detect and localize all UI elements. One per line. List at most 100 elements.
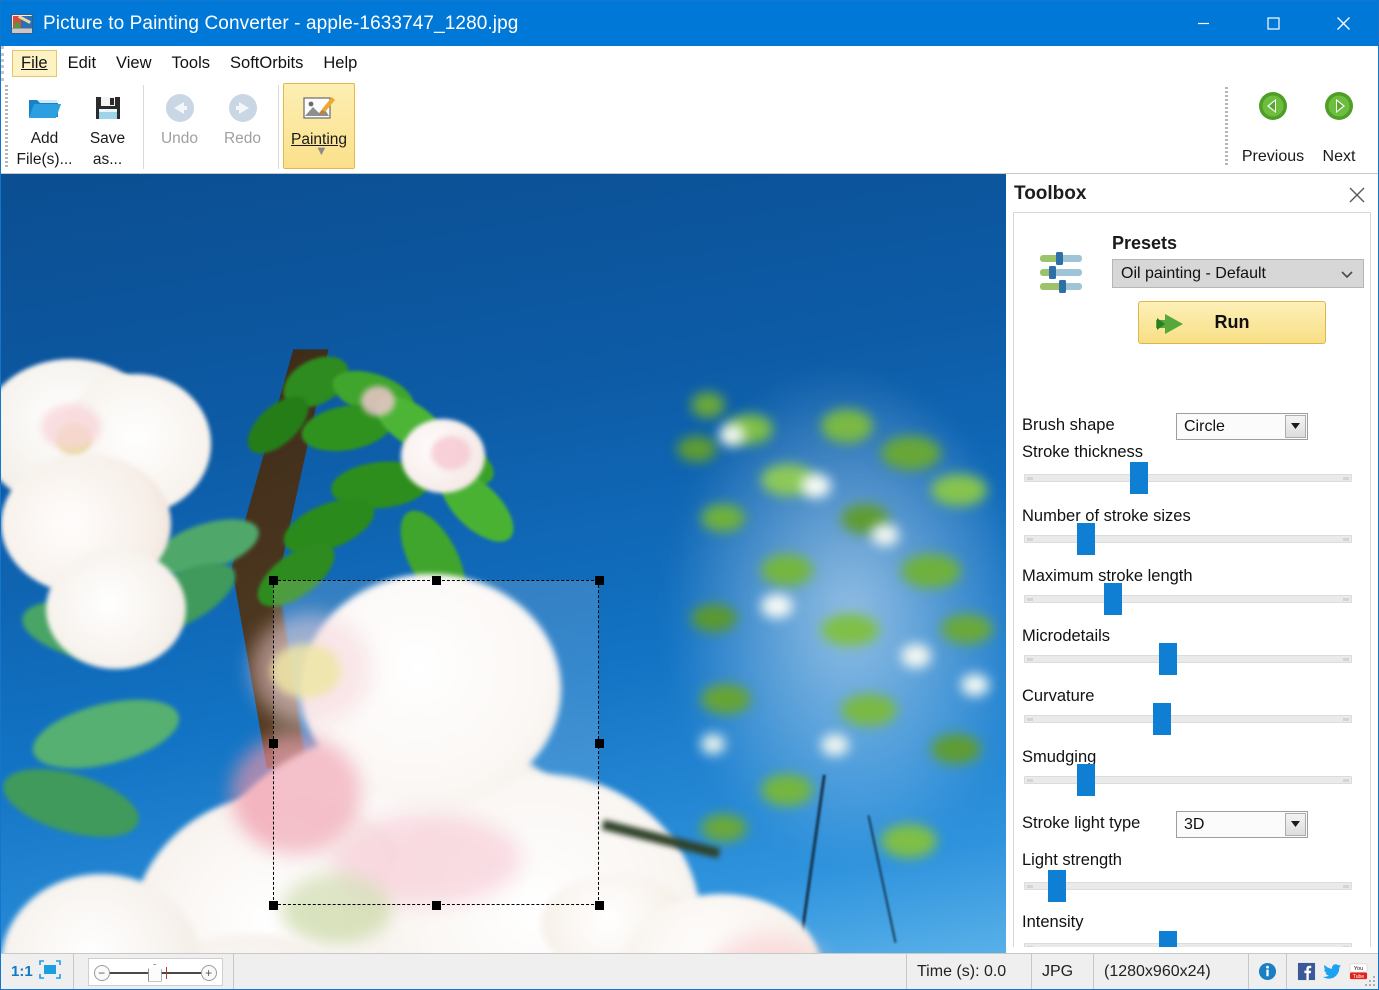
number-of-stroke-sizes-slider[interactable] <box>1024 523 1352 555</box>
selection-handle-se[interactable] <box>595 901 604 910</box>
slider-track <box>1024 535 1352 543</box>
light-strength-slider[interactable] <box>1024 870 1352 902</box>
slider-track <box>1024 655 1352 663</box>
selection-handle-sw[interactable] <box>269 901 278 910</box>
menu-item-view[interactable]: View <box>107 50 160 77</box>
status-bar-spacer <box>234 953 907 989</box>
more-options-icon[interactable]: ▼ <box>315 143 328 158</box>
toolbar-group-file: Add File(s)... Save as... Undo Redo Pain… <box>13 83 355 171</box>
chevron-down-icon[interactable] <box>1285 813 1306 836</box>
brush-shape-label: Brush shape <box>1022 416 1115 434</box>
presets-dropdown[interactable]: Oil painting - Default <box>1112 259 1364 288</box>
next-label: Next <box>1322 148 1356 165</box>
redo-button[interactable]: Redo <box>211 83 274 169</box>
menu-item-tools[interactable]: Tools <box>163 50 220 77</box>
navigation-drag-handle[interactable] <box>1225 87 1228 167</box>
slider-thumb[interactable] <box>1129 462 1148 494</box>
facebook-button[interactable] <box>1297 962 1316 981</box>
microdetails-slider[interactable] <box>1024 643 1352 675</box>
info-button[interactable] <box>1249 953 1287 989</box>
smudging-slider[interactable] <box>1024 764 1352 796</box>
slider-thumb[interactable] <box>1077 764 1096 796</box>
toolbar-group-navigation: Previous Next <box>1225 83 1372 171</box>
undo-label: Undo <box>160 130 199 147</box>
zoom-ratio-button[interactable]: 1:1 <box>11 963 37 980</box>
slider-thumb[interactable] <box>1152 703 1171 735</box>
fit-to-window-icon[interactable] <box>38 959 61 984</box>
selection-handle-s[interactable] <box>432 901 441 910</box>
chevron-down-icon <box>1339 266 1355 287</box>
slider-thumb[interactable] <box>1077 523 1096 555</box>
minimize-button[interactable] <box>1168 1 1238 46</box>
slider-thumb[interactable] <box>1159 931 1178 947</box>
selection-handle-e[interactable] <box>595 739 604 748</box>
zoom-slider-thumb[interactable] <box>147 963 162 982</box>
stroke-thickness-group: Stroke thickness <box>1022 443 1362 462</box>
painting-icon <box>301 90 337 128</box>
stroke-thickness-slider[interactable] <box>1024 462 1352 494</box>
number-of-stroke-sizes-group: Number of stroke sizes <box>1022 507 1362 526</box>
image-canvas[interactable] <box>1 174 1006 953</box>
light-strength-label: Light strength <box>1022 851 1122 869</box>
redo-label: Redo <box>223 130 262 147</box>
slider-track <box>1024 882 1352 890</box>
menu-label-view: View <box>116 54 152 72</box>
slider-track <box>1024 595 1352 603</box>
selection-handle-ne[interactable] <box>595 576 604 585</box>
minimize-icon <box>1197 22 1209 25</box>
toolbar-separator-2 <box>278 85 279 169</box>
zoom-out-button[interactable]: − <box>93 964 110 981</box>
stroke-light-type-row: Stroke light type 3D <box>1022 811 1362 839</box>
toolbar: Add File(s)... Save as... Undo Redo Pain… <box>1 81 1378 174</box>
save-as-button[interactable]: Save as... <box>76 83 139 169</box>
stroke-light-type-combo[interactable]: 3D <box>1176 811 1308 838</box>
svg-text:Tube: Tube <box>1353 974 1365 980</box>
status-bar: 1:1 − + Time (s): 0.0 JPG (1280x960x24) … <box>1 953 1378 989</box>
zoom-in-button[interactable]: + <box>200 964 217 981</box>
selection-handle-n[interactable] <box>432 576 441 585</box>
next-button[interactable]: Next <box>1306 83 1372 169</box>
toolbar-drag-handle[interactable] <box>5 85 8 169</box>
add-files-label-line2: File(s)... <box>16 151 73 168</box>
menu-item-softorbits[interactable]: SoftOrbits <box>221 50 312 77</box>
slider-track <box>1024 715 1352 723</box>
stroke-light-type-label: Stroke light type <box>1022 814 1141 832</box>
twitter-button[interactable] <box>1323 962 1342 981</box>
slider-thumb[interactable] <box>1047 870 1066 902</box>
toolbar-separator-1 <box>143 85 144 169</box>
close-button[interactable] <box>1308 1 1378 46</box>
maximum-stroke-length-slider[interactable] <box>1024 583 1352 615</box>
sliders-preset-icon <box>1038 251 1086 295</box>
menu-item-file[interactable]: File <box>12 50 57 77</box>
add-files-label-line1: Add <box>30 130 59 147</box>
undo-button[interactable]: Undo <box>148 83 211 169</box>
menu-item-edit[interactable]: Edit <box>59 50 105 77</box>
toolbox-body: Presets Oil painting - Default Run Brush… <box>1013 212 1371 947</box>
chevron-down-icon[interactable] <box>1285 415 1306 438</box>
run-button[interactable]: Run <box>1138 301 1326 344</box>
selection-handle-w[interactable] <box>269 739 278 748</box>
slider-thumb[interactable] <box>1159 643 1178 675</box>
maximize-button[interactable] <box>1238 1 1308 46</box>
green-right-arrow-icon <box>1324 91 1354 126</box>
previous-button[interactable]: Previous <box>1240 83 1306 169</box>
zoom-slider-marker <box>165 966 167 979</box>
presets-label: Presets <box>1112 233 1178 253</box>
menu-item-help[interactable]: Help <box>314 50 366 77</box>
facebook-icon <box>1297 962 1316 981</box>
resize-grip[interactable] <box>1364 975 1376 987</box>
intensity-slider[interactable] <box>1024 931 1352 947</box>
curvature-slider[interactable] <box>1024 703 1352 735</box>
brush-shape-value: Circle <box>1184 417 1225 435</box>
zoom-slider[interactable]: − + <box>87 957 223 986</box>
selection-rectangle[interactable] <box>269 576 604 910</box>
slider-thumb[interactable] <box>1103 583 1122 615</box>
brush-shape-combo[interactable]: Circle <box>1176 413 1308 440</box>
stroke-light-type-value: 3D <box>1184 815 1205 833</box>
time-indicator: Time (s): 0.0 <box>907 953 1032 989</box>
toolbox-close-button[interactable] <box>1348 186 1368 206</box>
floppy-disk-icon <box>93 89 123 127</box>
selection-handle-nw[interactable] <box>269 576 278 585</box>
menu-bar: File Edit View Tools SoftOrbits Help <box>1 46 1378 81</box>
add-files-button[interactable]: Add File(s)... <box>13 83 76 169</box>
